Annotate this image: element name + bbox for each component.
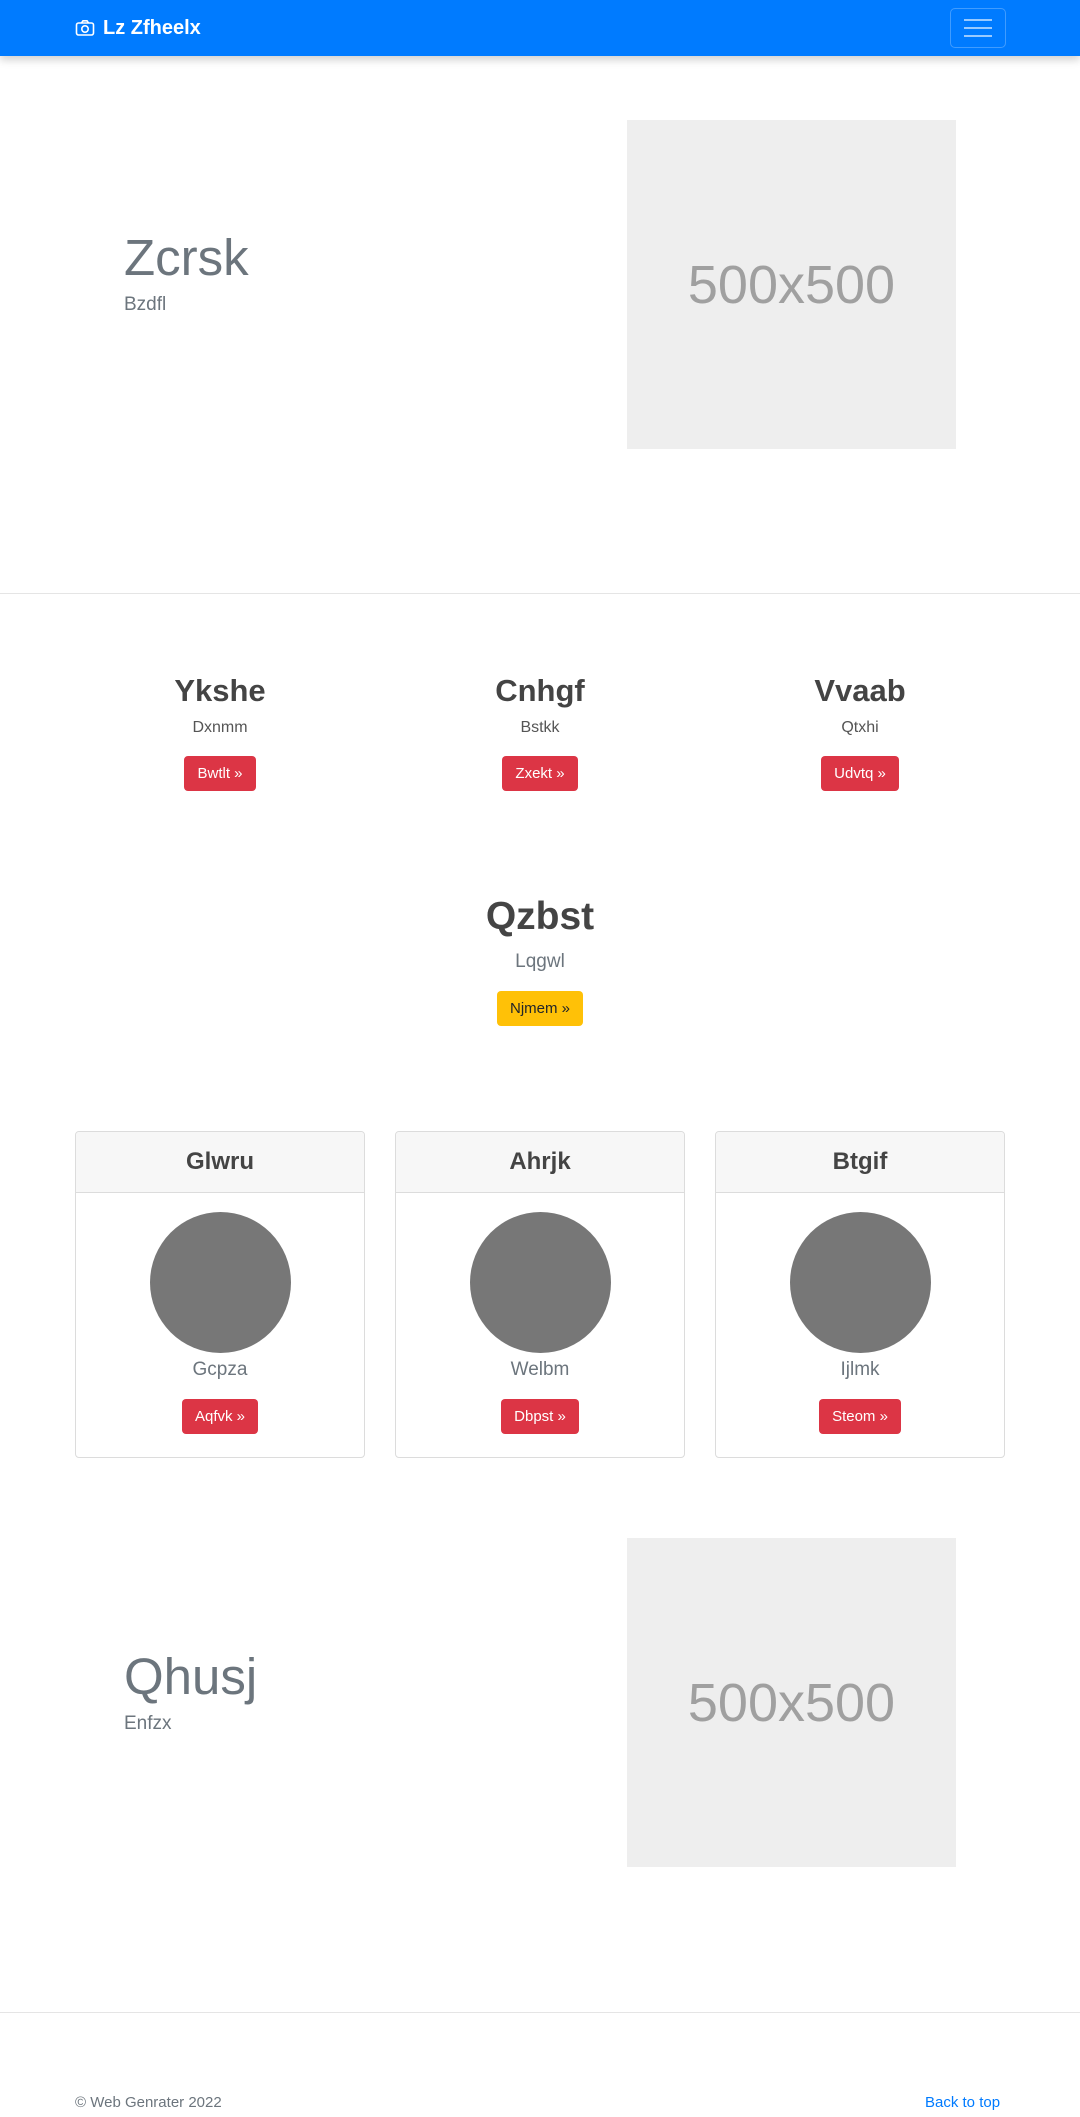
card-text: Welbm <box>510 1359 570 1380</box>
feature-button[interactable]: Njmem » <box>496 991 583 1026</box>
column-title: Cnhgf <box>495 673 585 708</box>
card-2: Ahrjk Welbm Dbpst » <box>395 1131 685 1458</box>
section-divider <box>0 593 1080 594</box>
avatar <box>149 1212 291 1353</box>
feature-text: Lqgwl <box>515 951 565 972</box>
feature-title: Qzbst <box>485 895 595 938</box>
column-button[interactable]: Bwtlt » <box>184 756 256 791</box>
brand-text: Lz Zfheelx <box>103 16 201 39</box>
column-button[interactable]: Zxekt » <box>502 756 578 791</box>
card-button[interactable]: Dbpst » <box>501 1399 579 1434</box>
column-text: Dxnmm <box>192 719 248 736</box>
card-button[interactable]: Steom » <box>819 1399 901 1434</box>
card-3: Btgif Ijlmk Steom » <box>715 1131 1005 1458</box>
avatar <box>789 1212 931 1353</box>
navbar-toggler-button[interactable] <box>950 8 1006 48</box>
column-title: Vvaab <box>814 673 906 708</box>
hero-title: Qhusj <box>124 1648 258 1705</box>
hero-subtitle: Enfzx <box>124 1713 172 1734</box>
brand-link[interactable]: Lz Zfheelx <box>75 0 201 56</box>
hamburger-icon <box>964 19 992 21</box>
card-header: Ahrjk <box>396 1132 684 1193</box>
column-button[interactable]: Udvtq » <box>821 756 899 791</box>
column-text: Bstkk <box>520 719 560 736</box>
card-1: Glwru Gcpza Aqfvk » <box>75 1131 365 1458</box>
column-2: Cnhgf Bstkk Zxekt » <box>390 673 690 791</box>
hero-subtitle: Bzdfl <box>124 294 167 315</box>
column-title: Ykshe <box>174 673 266 708</box>
hero-image-placeholder: 500x500 <box>627 120 956 449</box>
hero-title: Zcrsk <box>124 229 249 286</box>
footer-divider <box>0 2012 1080 2013</box>
camera-icon <box>75 20 95 36</box>
hero-image-placeholder: 500x500 <box>627 1538 956 1867</box>
back-to-top-link[interactable]: Back to top <box>925 2094 1000 2111</box>
card-text: Gcpza <box>192 1359 248 1380</box>
column-1: Ykshe Dxnmm Bwtlt » <box>70 673 370 791</box>
navbar: Lz Zfheelx <box>0 0 1080 56</box>
feature-section: Qzbst Lqgwl Njmem » <box>0 895 1080 1026</box>
footer-copyright: © Web Genrater 2022 <box>75 2094 222 2111</box>
card-text: Ijlmk <box>840 1359 880 1380</box>
card-button[interactable]: Aqfvk » <box>181 1399 259 1434</box>
card-header: Glwru <box>76 1132 364 1193</box>
column-3: Vvaab Qtxhi Udvtq » <box>710 673 1010 791</box>
card-header: Btgif <box>716 1132 1004 1193</box>
column-text: Qtxhi <box>841 719 879 736</box>
avatar <box>469 1212 611 1353</box>
